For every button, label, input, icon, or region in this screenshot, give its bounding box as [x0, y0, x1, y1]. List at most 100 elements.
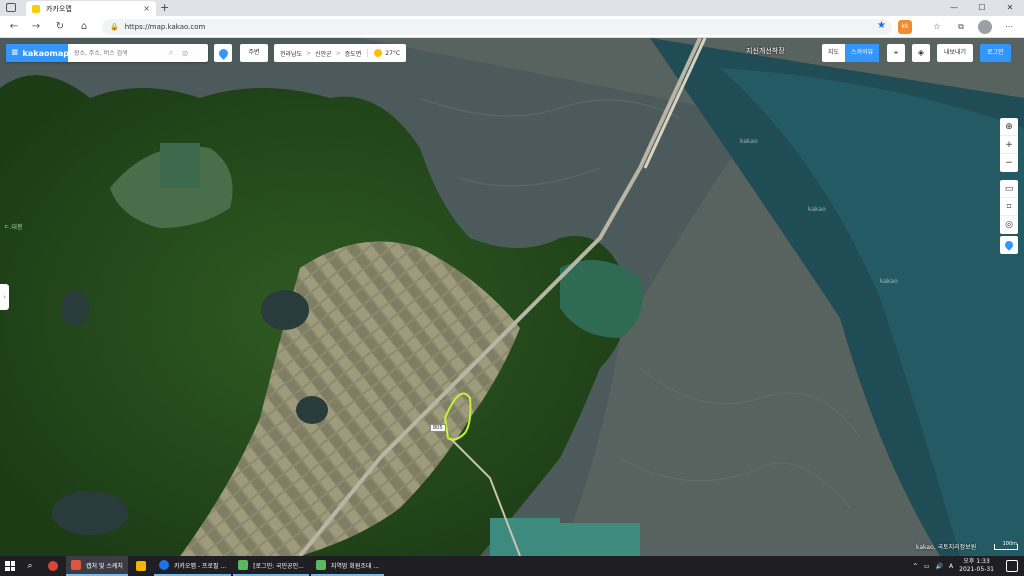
sea-label: kakao — [808, 206, 826, 213]
zoom-controls: ⊕ + − — [1000, 118, 1018, 172]
input-method-icon[interactable]: A — [949, 563, 953, 570]
sun-icon — [374, 49, 383, 57]
maximize-button[interactable]: ☐ — [968, 0, 996, 16]
taskbar-search-icon[interactable]: ⌕ — [20, 561, 40, 571]
app-icon — [315, 560, 326, 570]
sea-label: kakao — [740, 138, 758, 145]
taskbar-app-window[interactable]: [로그인: 국민공인... — [233, 556, 309, 576]
taskbar-app-snip[interactable]: 캡처 및 스케치 — [66, 556, 128, 576]
distance-tool-icon[interactable]: ▭ — [1000, 180, 1018, 198]
forward-button[interactable]: → — [28, 19, 44, 35]
export-button[interactable]: 내보내기 — [937, 44, 974, 62]
scale-bar: 100m — [994, 542, 1018, 550]
notification-center-icon[interactable] — [1006, 560, 1018, 572]
kakaomap-favicon-icon — [32, 4, 40, 13]
taskbar-app-explorer[interactable] — [130, 556, 152, 576]
clock-date: 2021-05-31 — [959, 566, 994, 573]
minimize-button[interactable]: — — [940, 0, 968, 16]
directions-icon[interactable]: ⊘ — [178, 49, 192, 58]
roadview-button[interactable] — [1000, 236, 1018, 254]
display-icon[interactable]: ▭ — [924, 563, 930, 570]
nearby-button[interactable]: 주변 — [240, 44, 268, 62]
chrome-icon — [48, 561, 58, 571]
map-viewport[interactable]: ≡ kakaomap ⌕ ⊘ 주변 전라남도 > 신안군 > 증도면 27°C … — [0, 38, 1024, 556]
reload-button[interactable]: ↻ — [52, 19, 68, 35]
taskbar-app-edge[interactable]: 카카오맵 - 프로필 ... — [153, 556, 232, 576]
tab-title: 카카오맵 — [46, 4, 72, 13]
road-number-badge: 805 — [430, 424, 446, 432]
region-town[interactable]: 증도면 — [345, 49, 362, 58]
back-button[interactable]: ← — [6, 19, 22, 35]
region-province[interactable]: 전라남도 — [280, 49, 302, 58]
browser-tabstrip: 카카오맵 × + — ☐ ✕ — [0, 0, 1024, 16]
area-tool-icon[interactable]: ⌗ — [1000, 198, 1018, 216]
taskbar-app-label: 카카오맵 - 프로필 ... — [173, 562, 227, 570]
snip-sketch-icon — [71, 560, 81, 570]
side-panel-toggle[interactable]: › — [0, 284, 9, 310]
workspaces-icon[interactable] — [6, 3, 16, 12]
poi-pin-button[interactable]: ⌖ — [887, 44, 905, 62]
taskbar-clock[interactable]: 오후 1:33 2021-05-31 — [959, 558, 994, 574]
region-breadcrumb: 전라남도 > 신안군 > 증도면 27°C — [274, 44, 407, 62]
map-place-label[interactable]: 지신개선착장 — [746, 46, 785, 56]
more-menu-icon[interactable]: ⋯ — [1002, 20, 1016, 34]
login-button[interactable]: 로그인 — [980, 44, 1011, 62]
url-text: https://map.kakao.com — [124, 23, 206, 31]
map-type-toggle: 지도 스카이뷰 — [822, 44, 880, 62]
browser-toolbar: ← → ↻ ⌂ 🔒 https://map.kakao.com ★ kk ☆ ⧉… — [0, 16, 1024, 38]
app-icon — [238, 560, 249, 570]
favorite-star-icon[interactable]: ★ — [877, 20, 886, 31]
taskbar-app-label: 지역맘 회원조대 ... — [330, 562, 380, 570]
menu-icon[interactable]: ≡ — [11, 48, 19, 58]
extension-icon[interactable]: kk — [898, 20, 912, 34]
my-location-button[interactable] — [214, 44, 232, 62]
copyright-text: kakao, 국토지리정보원 — [916, 544, 977, 551]
region-county[interactable]: 신안군 — [315, 49, 332, 58]
map-type-map[interactable]: 지도 — [822, 44, 845, 62]
place-label[interactable]: ㄷ.대봉 — [4, 222, 22, 231]
current-location-icon[interactable]: ⊕ — [1000, 118, 1018, 136]
zoom-in-button[interactable]: + — [1000, 136, 1018, 154]
layers-button[interactable]: ◈ — [912, 44, 930, 62]
clock-time: 오후 1:33 — [963, 558, 990, 565]
taskbar-app-label: 캡처 및 스케치 — [86, 562, 123, 570]
weather-badge: 27°C — [367, 49, 400, 57]
kakaomap-logo[interactable]: ≡ kakaomap — [6, 44, 69, 62]
location-pin-icon — [216, 46, 230, 60]
search-input[interactable] — [68, 49, 164, 57]
zoom-out-button[interactable]: − — [1000, 154, 1018, 172]
windows-taskbar: ⌕ 캡처 및 스케치 카카오맵 - 프로필 ... [로그인: 국민공인... … — [0, 556, 1024, 576]
chevron-right-icon: > — [335, 49, 341, 57]
brand-text: kakaomap — [22, 48, 69, 58]
weather-temp: 27°C — [385, 49, 401, 57]
home-button[interactable]: ⌂ — [76, 19, 92, 35]
edge-icon — [158, 560, 169, 570]
close-window-button[interactable]: ✕ — [996, 0, 1024, 16]
tab-close-icon[interactable]: × — [143, 4, 150, 13]
map-type-skyview[interactable]: 스카이뷰 — [845, 44, 880, 62]
chrome-taskbar-icon[interactable] — [42, 556, 64, 576]
roadview-pin-icon — [1003, 239, 1015, 251]
taskbar-app-window[interactable]: 지역맘 회원조대 ... — [310, 556, 385, 576]
profile-avatar[interactable] — [978, 20, 992, 34]
sea-label: kakao — [880, 278, 898, 285]
volume-icon[interactable]: 🔊 — [936, 563, 943, 570]
favorites-icon[interactable]: ☆ — [930, 20, 944, 34]
search-box: ≡ kakaomap ⌕ ⊘ — [6, 44, 208, 62]
radius-tool-icon[interactable]: ◎ — [1000, 216, 1018, 234]
search-icon[interactable]: ⌕ — [164, 48, 178, 58]
lock-icon: 🔒 — [110, 23, 119, 31]
satellite-imagery[interactable] — [0, 38, 1024, 556]
folder-icon — [135, 561, 146, 571]
windows-logo-icon — [5, 561, 15, 571]
start-button[interactable] — [0, 556, 20, 576]
tab-kakaomap[interactable]: 카카오맵 × — [26, 1, 156, 16]
map-tools: ▭ ⌗ ◎ — [1000, 180, 1018, 234]
new-tab-button[interactable]: + — [160, 1, 169, 15]
address-bar[interactable]: 🔒 https://map.kakao.com ★ — [102, 19, 892, 35]
taskbar-app-label: [로그인: 국민공인... — [253, 562, 304, 570]
chevron-right-icon: > — [306, 49, 312, 57]
collections-icon[interactable]: ⧉ — [954, 20, 968, 34]
system-tray: ^ ▭ 🔊 A 오후 1:33 2021-05-31 — [913, 556, 994, 576]
show-hidden-icons-icon[interactable]: ^ — [913, 563, 918, 570]
